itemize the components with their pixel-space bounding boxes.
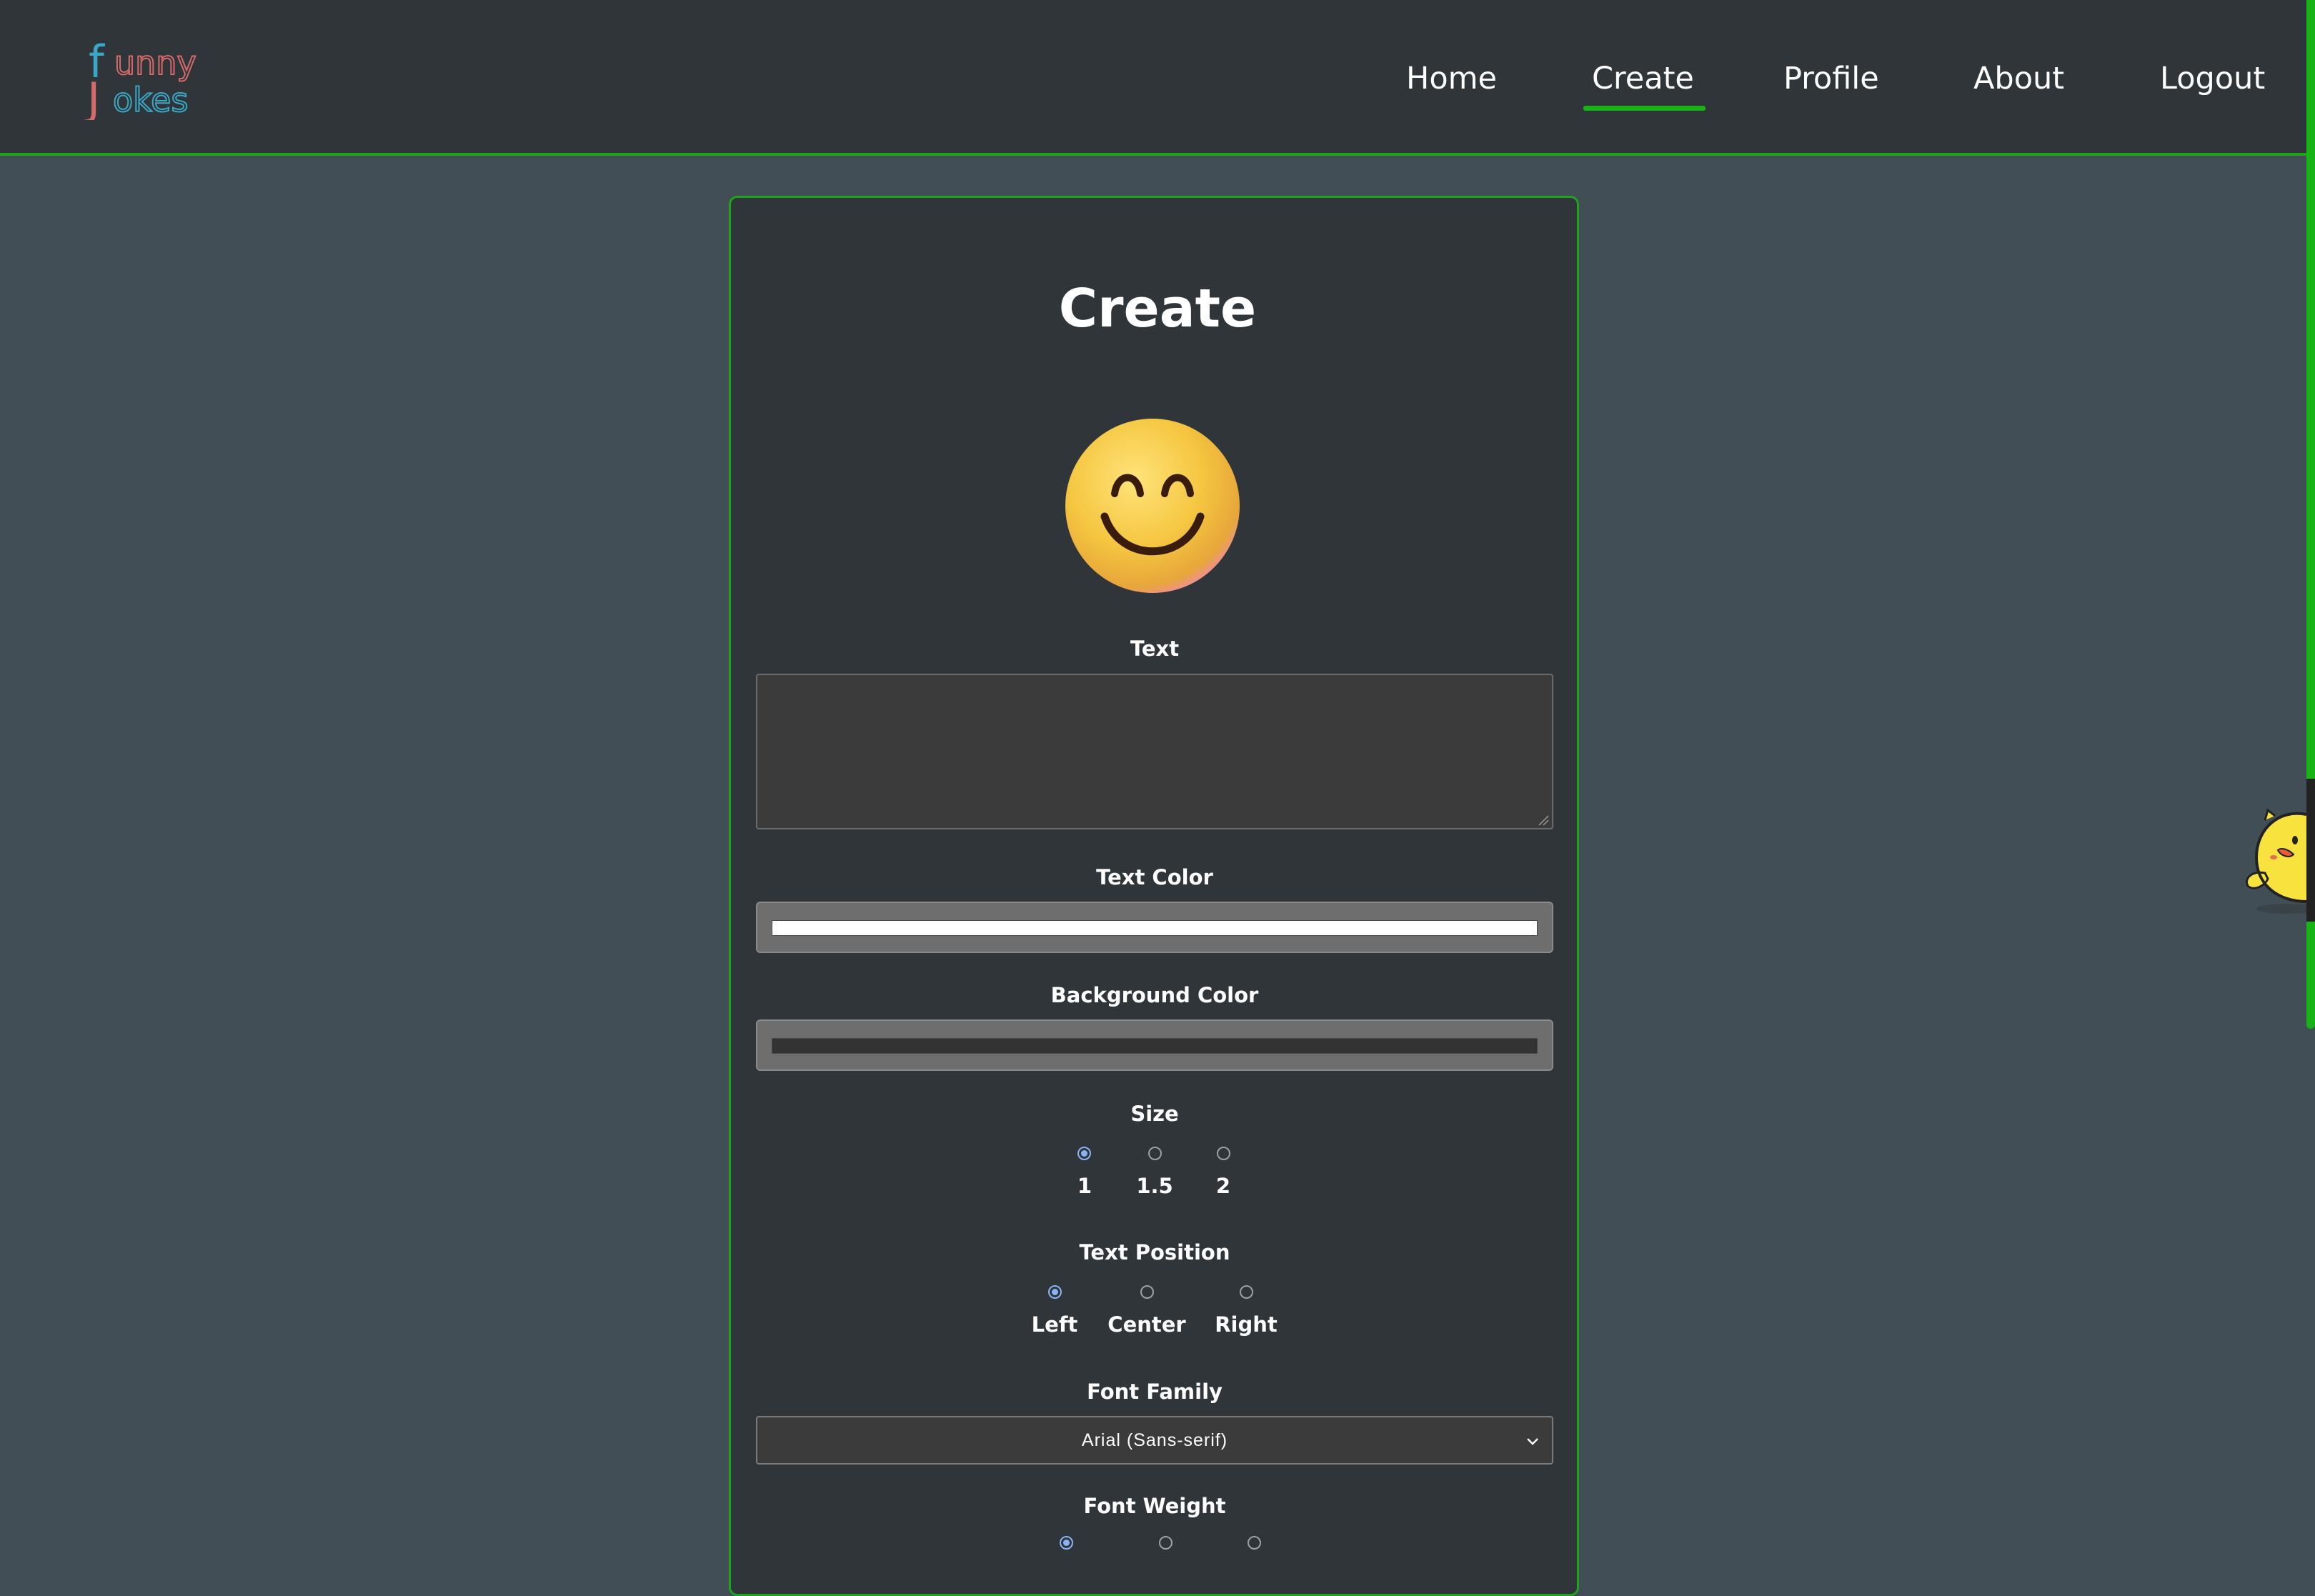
size-option-label: 2	[1215, 1174, 1231, 1198]
nav-home[interactable]: Home	[1406, 57, 1497, 100]
text-color-label: Text Color	[1096, 865, 1213, 889]
size-radio-1-5[interactable]	[1148, 1147, 1162, 1160]
size-radio-1[interactable]	[1077, 1147, 1091, 1160]
background-color-label: Background Color	[1050, 983, 1259, 1007]
background-color-picker[interactable]	[756, 1019, 1553, 1071]
font-family-select[interactable]: Arial (Sans-serif)	[756, 1416, 1553, 1465]
font-family-label: Font Family	[1087, 1380, 1223, 1404]
page-title: Create	[1058, 278, 1257, 339]
smiley-face-icon[interactable]	[1063, 417, 1242, 595]
chevron-down-icon	[1527, 1438, 1538, 1445]
font-family-value: Arial (Sans-serif)	[1081, 1430, 1228, 1450]
background-color-swatch	[772, 1038, 1538, 1054]
text-position-label: Text Position	[1079, 1240, 1230, 1265]
text-position-radio-left[interactable]	[1048, 1285, 1062, 1299]
font-weight-label: Font Weight	[1083, 1494, 1226, 1518]
funny-jokes-logo[interactable]: f unny J okes	[84, 34, 213, 120]
top-navbar: f unny J okes Home Create Profile About …	[0, 0, 2315, 156]
nav-logout[interactable]: Logout	[2160, 57, 2265, 100]
svg-text:J: J	[84, 73, 100, 120]
nav-create[interactable]: Create	[1583, 57, 1706, 111]
svg-text:okes: okes	[113, 81, 188, 119]
resize-handle-icon[interactable]	[1538, 814, 1549, 826]
nav-profile[interactable]: Profile	[1783, 57, 1879, 100]
text-input[interactable]	[756, 674, 1553, 829]
size-label: Size	[1130, 1102, 1179, 1126]
nav-about[interactable]: About	[1973, 57, 2064, 100]
text-position-radio-center[interactable]	[1140, 1285, 1154, 1299]
text-color-swatch	[772, 920, 1538, 936]
svg-text:unny: unny	[114, 44, 196, 82]
text-position-option-label: Right	[1215, 1312, 1278, 1337]
text-color-picker[interactable]	[756, 902, 1553, 953]
text-label: Text	[1130, 637, 1180, 661]
chick-mascot-icon[interactable]	[2236, 779, 2315, 922]
size-radio-2[interactable]	[1217, 1147, 1230, 1160]
text-position-radio-right[interactable]	[1240, 1285, 1253, 1299]
